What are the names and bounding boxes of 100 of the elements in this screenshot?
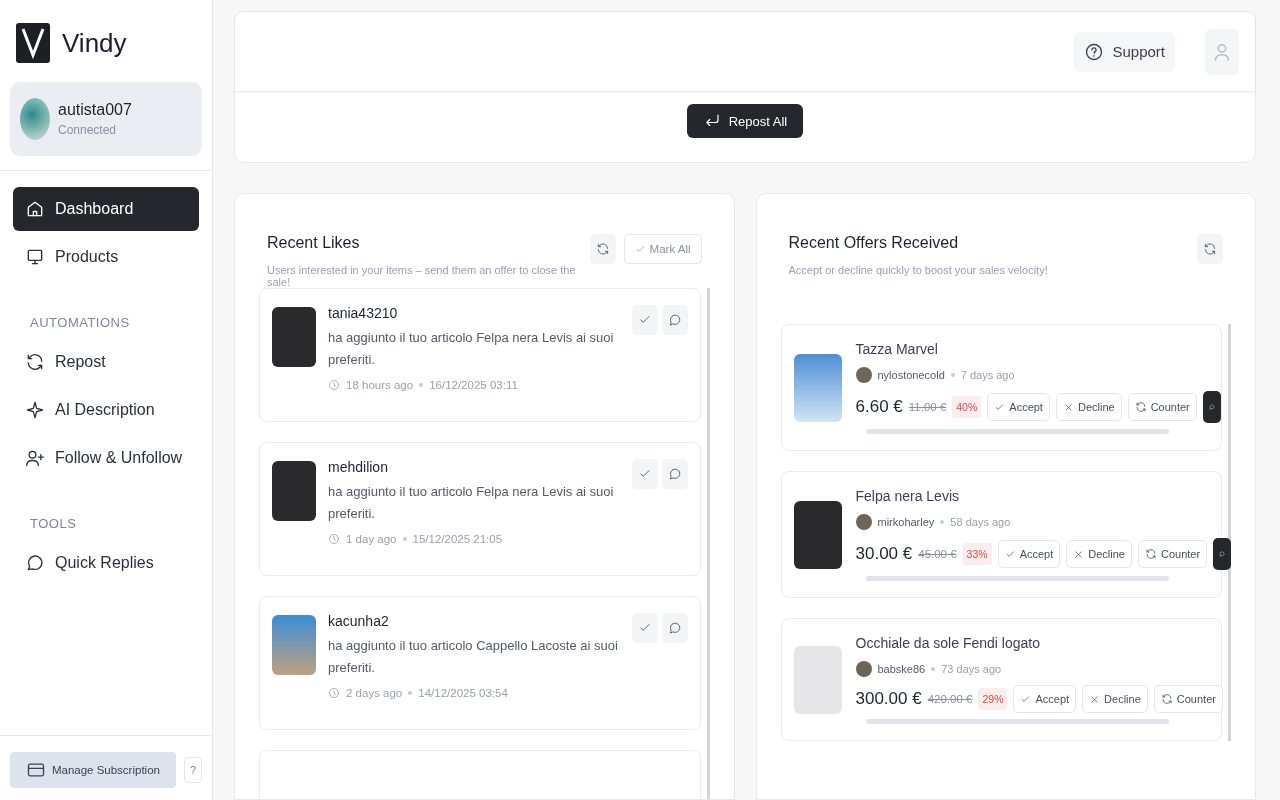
discount-badge: 33% — [962, 543, 992, 565]
photo-placeholder — [272, 461, 316, 521]
original-price: 11.00 € — [908, 401, 947, 413]
user-plus-icon — [25, 448, 45, 468]
message-button[interactable] — [1213, 538, 1232, 570]
refresh-icon — [1203, 241, 1217, 257]
like-username: mehdilion — [328, 459, 389, 475]
accept-button[interactable]: Accept — [997, 540, 1061, 568]
offer-username: babske86 — [877, 663, 926, 675]
refresh-button[interactable] — [589, 234, 616, 264]
offer-price: 300.00 € — [855, 689, 922, 709]
like-time-ago: 1 day ago — [346, 533, 397, 545]
accept-button[interactable]: Accept — [987, 393, 1050, 421]
profile-button[interactable] — [1205, 28, 1239, 75]
clock-icon — [328, 379, 340, 391]
chat-bubble-icon — [1208, 402, 1215, 412]
decline-button[interactable]: Decline — [1082, 685, 1148, 713]
photo-placeholder — [793, 500, 842, 569]
avatar — [20, 98, 50, 140]
sidebar-item[interactable]: Dashboard — [13, 187, 199, 231]
original-price: 45.00 € — [918, 548, 957, 560]
offer-time-ago: 73 days ago — [941, 663, 1002, 675]
check-icon — [994, 401, 1006, 413]
sparkle-icon — [25, 400, 45, 420]
help-button[interactable]: ? — [183, 757, 202, 783]
refresh-icon — [595, 241, 610, 257]
clock-icon — [328, 687, 340, 699]
repost-all-button[interactable]: Repost All — [686, 104, 804, 138]
panel-subtitle: Users interested in your items – send them an offer to close the sale! — [267, 264, 577, 288]
close-icon — [1073, 548, 1085, 560]
decline-button[interactable]: Decline — [1066, 540, 1132, 568]
user-avatar — [855, 367, 872, 383]
offer-item-title: Felpa nera Levis — [855, 488, 960, 504]
chat-bubble-icon — [667, 620, 682, 636]
like-time-ago: 2 days ago — [346, 687, 403, 699]
account-status: Connected — [58, 123, 118, 137]
sidebar-item[interactable]: Follow & Unfollow — [13, 436, 199, 480]
accept-button[interactable]: Accept — [1013, 685, 1077, 713]
offer-time-ago: 7 days ago — [960, 369, 1015, 381]
offer-item-title: Tazza Marvel — [855, 341, 939, 357]
chat-bubble-icon — [1219, 549, 1226, 559]
like-date: 14/12/2025 03:54 — [418, 687, 508, 699]
sidebar-item[interactable]: Products — [13, 235, 199, 279]
offer-item-title: Occhiale da sole Fendi logato — [855, 635, 1041, 651]
check-icon — [634, 243, 646, 255]
photo-placeholder — [793, 645, 842, 714]
offer-username: mirkoharley — [877, 516, 935, 528]
brand-name: Vindy — [62, 27, 127, 59]
chat-bubble-icon — [667, 312, 682, 328]
refresh-icon — [1134, 401, 1147, 413]
photo-placeholder — [272, 615, 316, 675]
help-circle-icon — [1084, 41, 1105, 62]
close-icon — [1089, 693, 1101, 705]
refresh-icon — [1144, 548, 1157, 560]
panel-subtitle: Accept or decline quickly to boost your sales velocity! — [788, 264, 1048, 276]
refresh-button[interactable] — [1197, 234, 1223, 264]
check-icon — [1020, 693, 1032, 705]
clock-icon — [328, 533, 340, 545]
like-message: ha aggiunto il tuo articolo Felpa nera Levis ai suoi preferiti. — [328, 329, 615, 369]
account-username: autista007 — [58, 101, 132, 119]
original-price: 420.00 € — [927, 693, 973, 705]
offer-price: 6.60 € — [855, 397, 903, 417]
decline-button[interactable]: Decline — [1055, 393, 1122, 421]
like-message: ha aggiunto il tuo articolo Cappello Lacoste ai suoi preferiti. — [328, 637, 619, 677]
home-icon — [25, 199, 45, 219]
check-icon — [1004, 548, 1016, 560]
like-date: 15/12/2025 21:05 — [412, 533, 503, 545]
discount-badge: 29% — [978, 688, 1008, 710]
refresh-icon — [25, 352, 45, 372]
photo-placeholder — [272, 307, 316, 367]
discount-badge: 40% — [952, 396, 982, 418]
offer-username: nylostonecold — [877, 369, 945, 381]
logo-icon — [16, 23, 50, 63]
monitor-icon — [25, 247, 45, 267]
offer-time-ago: 58 days ago — [950, 516, 1011, 528]
message-button[interactable] — [1202, 391, 1221, 423]
like-message: ha aggiunto il tuo articolo Felpa nera Levis ai suoi preferiti. — [328, 483, 615, 523]
section-heading: TOOLS — [29, 515, 78, 533]
chat-bubble-icon — [667, 466, 682, 482]
close-icon — [1062, 401, 1074, 413]
sidebar-item[interactable]: Quick Replies — [13, 541, 199, 585]
counter-button[interactable]: Counter — [1137, 540, 1208, 568]
refresh-icon — [1160, 693, 1173, 705]
counter-button[interactable]: Counter — [1153, 685, 1223, 713]
photo-placeholder — [793, 353, 842, 422]
support-button[interactable]: Support — [1074, 31, 1175, 72]
user-avatar — [855, 514, 872, 530]
panel-title: Recent Offers Received — [788, 234, 960, 252]
panel-title: Recent Likes — [267, 234, 361, 252]
chat-bubble-icon — [25, 553, 45, 573]
counter-button[interactable]: Counter — [1127, 393, 1197, 421]
like-date: 16/12/2025 03:11 — [429, 379, 518, 391]
manage-subscription-button[interactable]: Manage Subscription — [10, 752, 176, 788]
sidebar-item[interactable]: AI Description — [13, 388, 199, 432]
offer-price: 30.00 € — [855, 544, 913, 564]
sidebar-item[interactable]: Repost — [13, 340, 199, 384]
user-avatar — [855, 661, 872, 677]
like-time-ago: 18 hours ago — [346, 379, 414, 391]
like-username: kacunha2 — [328, 613, 390, 629]
section-heading: AUTOMATIONS — [29, 314, 131, 332]
